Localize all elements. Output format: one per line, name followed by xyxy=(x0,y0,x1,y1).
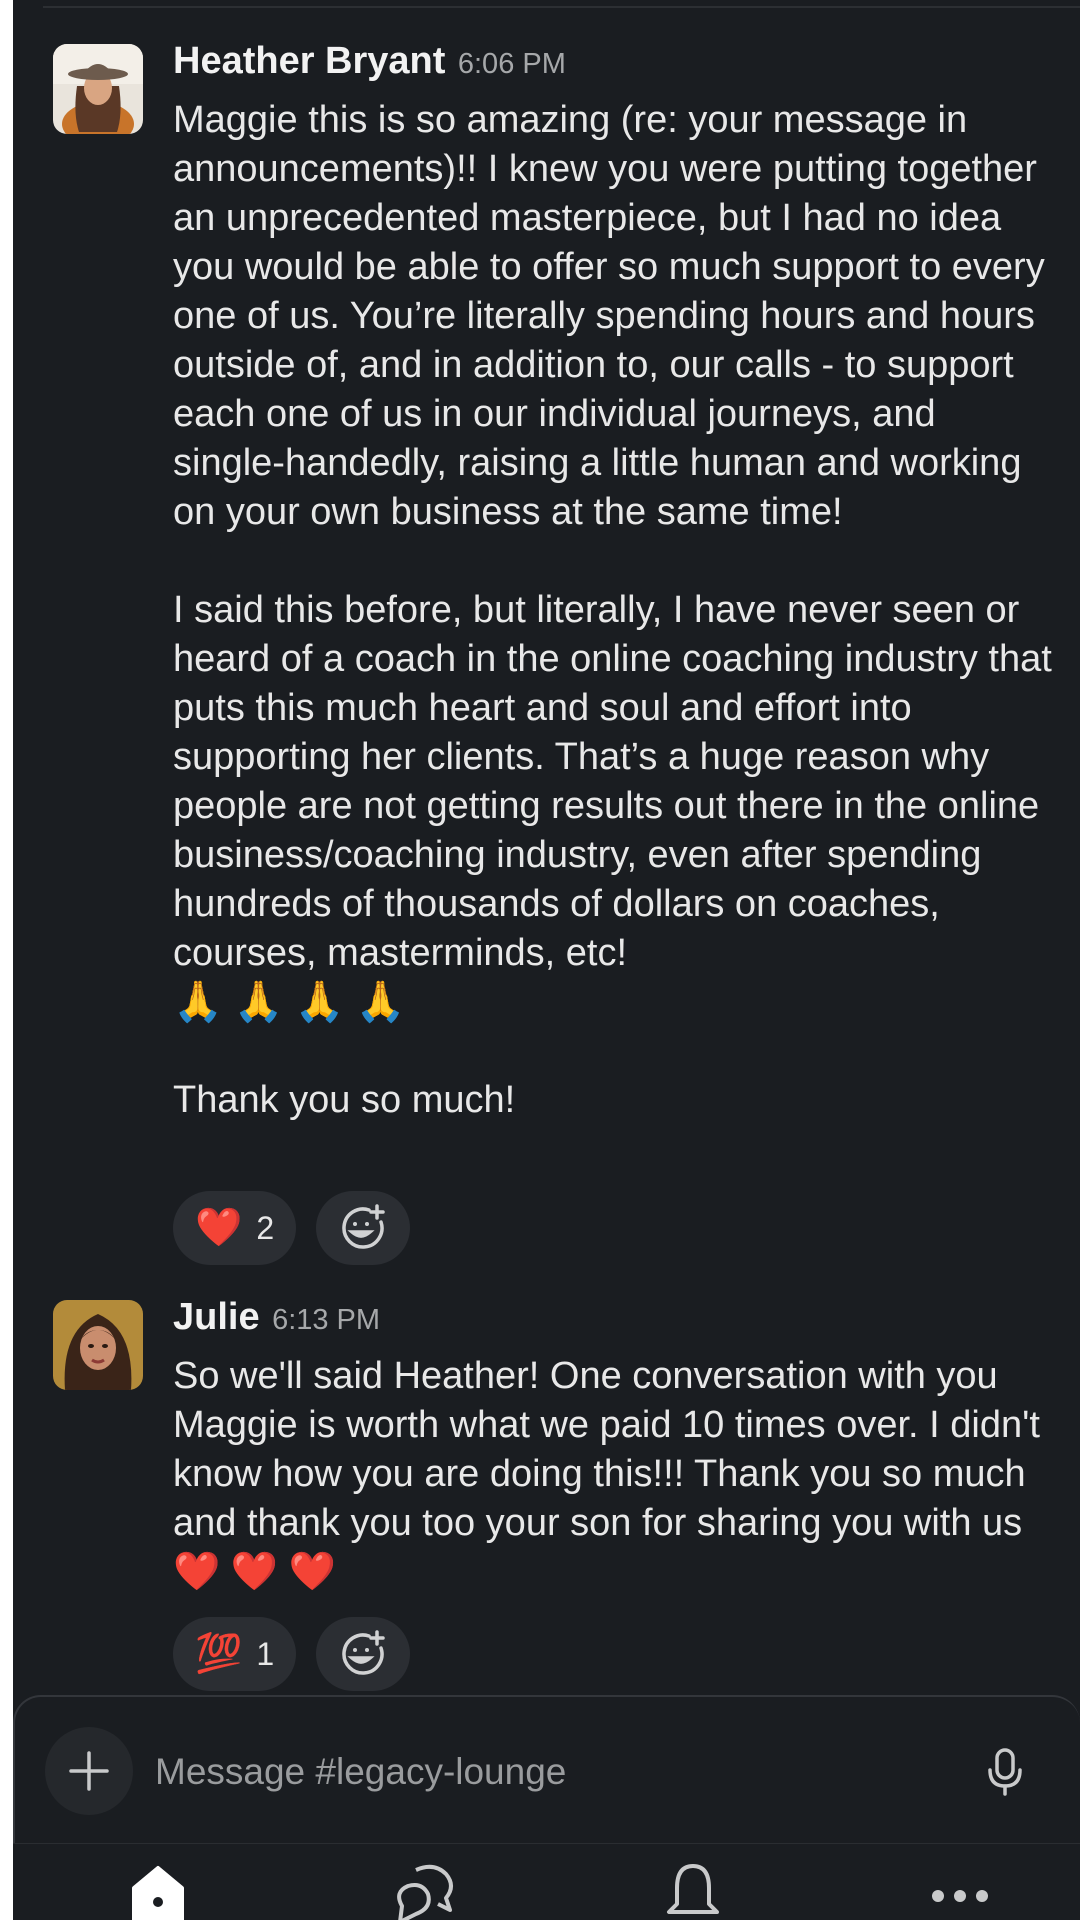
reaction-count: 2 xyxy=(256,1209,275,1246)
message-paragraph: So we'll said Heather! One conversation … xyxy=(173,1355,1040,1593)
microphone-icon xyxy=(988,1748,1022,1796)
message-paragraph: Thank you so much! xyxy=(173,1079,516,1121)
avatar[interactable] xyxy=(53,44,143,134)
divider xyxy=(43,6,1080,8)
add-reaction-button[interactable] xyxy=(316,1617,411,1691)
message-paragraph: I said this before, but literally, I hav… xyxy=(173,589,1052,974)
reactions-bar: ❤️ 2 xyxy=(173,1191,411,1265)
add-reaction-icon xyxy=(342,1204,385,1249)
message-header: Julie 6:13 PM xyxy=(173,1296,380,1339)
chat-bubbles-icon xyxy=(397,1864,453,1920)
add-reaction-button[interactable] xyxy=(316,1191,411,1265)
message-input[interactable] xyxy=(153,1741,957,1803)
voice-button[interactable] xyxy=(978,1745,1032,1799)
device-frame: Heather Bryant 6:06 PM Maggie this is so… xyxy=(0,0,1080,1920)
message-paragraph: Maggie this is so amazing (re: your mess… xyxy=(173,99,1045,533)
attach-button[interactable] xyxy=(45,1727,133,1815)
reaction-heart[interactable]: ❤️ 2 xyxy=(173,1191,297,1265)
timestamp[interactable]: 6:13 PM xyxy=(272,1304,380,1336)
message-composer xyxy=(13,1695,1080,1847)
author-name[interactable]: Heather Bryant xyxy=(173,40,445,82)
tab-activity[interactable] xyxy=(658,1862,728,1920)
heart-emoji: ❤️ xyxy=(195,1207,243,1249)
author-name[interactable]: Julie xyxy=(173,1296,260,1338)
reactions-bar: 💯 1 xyxy=(173,1617,411,1691)
hundred-emoji: 💯 xyxy=(195,1633,243,1675)
add-reaction-icon xyxy=(342,1630,385,1675)
tab-home[interactable] xyxy=(123,1862,193,1920)
reaction-hundred[interactable]: 💯 1 xyxy=(173,1617,297,1691)
message-text: So we'll said Heather! One conversation … xyxy=(173,1352,1053,1597)
bottom-tab-bar xyxy=(13,1843,1080,1920)
more-dots-icon xyxy=(932,1890,988,1902)
bell-icon xyxy=(667,1864,719,1914)
channel-screen: Heather Bryant 6:06 PM Maggie this is so… xyxy=(13,0,1080,1920)
home-icon xyxy=(132,1866,184,1920)
message-header: Heather Bryant 6:06 PM xyxy=(173,40,566,83)
timestamp[interactable]: 6:06 PM xyxy=(458,48,566,80)
message-text: Maggie this is so amazing (re: your mess… xyxy=(173,96,1053,1125)
tab-more[interactable] xyxy=(925,1862,995,1920)
tab-dms[interactable] xyxy=(390,1862,460,1920)
reaction-count: 1 xyxy=(256,1635,275,1672)
plus-icon xyxy=(69,1751,109,1791)
emoji-line: 🙏 🙏 🙏 🙏 xyxy=(173,980,406,1024)
avatar[interactable] xyxy=(53,1300,143,1390)
